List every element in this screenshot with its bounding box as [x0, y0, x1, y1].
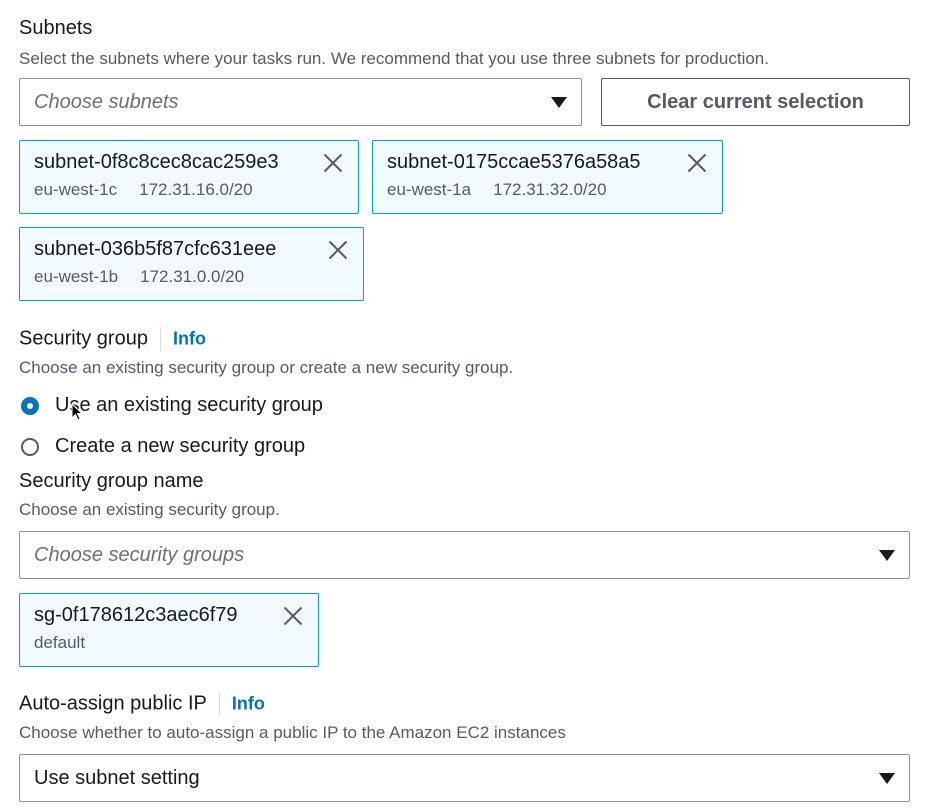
remove-token-icon[interactable] [282, 605, 304, 627]
public-ip-description: Choose whether to auto-assign a public I… [19, 723, 566, 742]
radio-create-new-security-group[interactable]: Create a new security group [21, 435, 305, 458]
security-group-name-label: Security group name [19, 470, 204, 492]
remove-token-icon[interactable] [686, 152, 708, 174]
caret-down-icon [879, 549, 895, 561]
security-group-token-sub: default [34, 633, 86, 652]
radio-checked-icon[interactable] [21, 396, 39, 415]
divider [218, 692, 220, 716]
security-group-info-link[interactable]: Info [173, 328, 206, 348]
subnet-token-id: subnet-0f8c8cec8cac259e3 [34, 151, 279, 173]
security-group-description: Choose an existing security group or cre… [19, 358, 514, 377]
security-group-label-row: Security group Info [19, 327, 206, 351]
subnet-token-cidr: 172.31.0.0/20 [140, 267, 245, 286]
public-ip-info-link[interactable]: Info [232, 693, 265, 713]
radio-label: Create a new security group [55, 435, 306, 457]
security-groups-select-placeholder: Choose security groups [34, 543, 245, 566]
public-ip-label: Auto-assign public IP [19, 692, 207, 715]
public-ip-select-value: Use subnet setting [34, 766, 200, 789]
divider [159, 327, 161, 351]
subnet-token: subnet-036b5f87cfc631eee eu-west-1b 172.3… [19, 227, 364, 301]
remove-token-icon[interactable] [322, 152, 344, 174]
subnet-token: subnet-0175ccae5376a58a5 eu-west-1a 172.3… [372, 140, 723, 214]
subnet-token-zone: eu-west-1a [387, 180, 472, 199]
subnet-token-cidr: 172.31.32.0/20 [493, 180, 607, 199]
mouse-cursor-icon [71, 403, 83, 421]
clear-current-selection-button[interactable]: Clear current selection [601, 78, 910, 126]
subnet-token-zone: eu-west-1b [34, 267, 119, 286]
remove-token-icon[interactable] [327, 239, 349, 261]
subnets-select-placeholder: Choose subnets [34, 90, 179, 113]
security-groups-select[interactable]: Choose security groups [19, 531, 910, 579]
security-group-token: sg-0f178612c3aec6f79 default [19, 593, 319, 667]
security-group-name-description: Choose an existing security group. [19, 500, 280, 519]
security-group-token-id: sg-0f178612c3aec6f79 [34, 604, 238, 626]
public-ip-select[interactable]: Use subnet setting [19, 754, 910, 802]
subnet-token-zone: eu-west-1c [34, 180, 118, 199]
caret-down-icon [879, 772, 895, 784]
radio-use-existing-security-group[interactable]: Use an existing security group [21, 394, 323, 417]
subnet-token-id: subnet-036b5f87cfc631eee [34, 238, 277, 260]
security-group-label: Security group [19, 327, 148, 350]
subnet-token-id: subnet-0175ccae5376a58a5 [387, 151, 641, 173]
radio-label: Use an existing security group [55, 394, 323, 416]
caret-down-icon [551, 96, 567, 108]
subnets-label: Subnets [19, 17, 93, 39]
public-ip-label-row: Auto-assign public IP Info [19, 692, 265, 716]
subnets-select[interactable]: Choose subnets [19, 78, 582, 126]
radio-unchecked-icon[interactable] [21, 437, 39, 456]
subnets-description: Select the subnets where your tasks run.… [19, 49, 769, 68]
subnet-token: subnet-0f8c8cec8cac259e3 eu-west-1c 172.3… [19, 140, 359, 214]
subnet-token-cidr: 172.31.16.0/20 [139, 180, 253, 199]
